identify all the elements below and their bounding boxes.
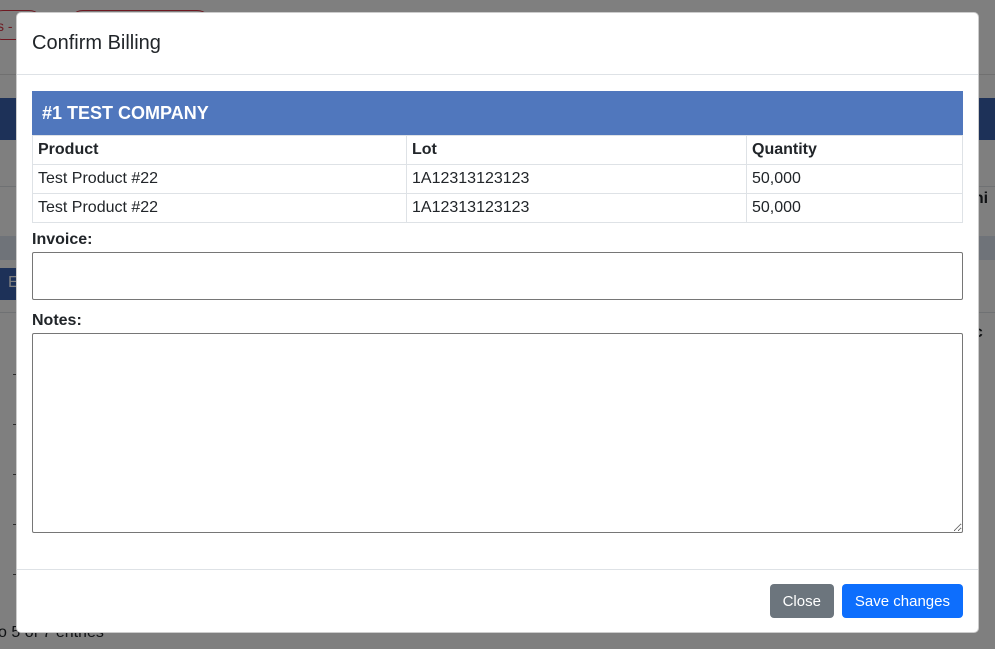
invoice-label: Invoice: [32,231,93,248]
cell-quantity: 50,000 [746,193,963,223]
table-row: Test Product #22 1A12313123123 50,000 [32,193,963,223]
modal-body: #1 TEST COMPANY Product Lot Quantity Tes… [17,75,978,533]
save-changes-button[interactable]: Save changes [841,584,963,618]
company-name-banner: #1 TEST COMPANY [32,91,963,135]
cell-product: Test Product #22 [32,164,407,194]
column-header-quantity: Quantity [746,135,963,165]
cell-product: Test Product #22 [32,193,407,223]
invoice-input[interactable] [32,252,963,300]
cell-lot: 1A12313123123 [406,164,747,194]
close-button[interactable]: Close [769,584,834,618]
modal-header: Confirm Billing [17,13,978,75]
modal-title: Confirm Billing [32,32,161,54]
table-header-row: Product Lot Quantity [32,135,963,165]
confirm-billing-modal: Confirm Billing #1 TEST COMPANY Product … [16,12,979,633]
column-header-product: Product [32,135,407,165]
cell-quantity: 50,000 [746,164,963,194]
table-row: Test Product #22 1A12313123123 50,000 [32,164,963,194]
cell-lot: 1A12313123123 [406,193,747,223]
billing-items-table: Product Lot Quantity Test Product #22 1A… [32,135,963,223]
notes-textarea[interactable] [32,333,963,533]
modal-footer: Close Save changes [17,569,978,632]
column-header-lot: Lot [406,135,747,165]
notes-label: Notes: [32,312,82,329]
